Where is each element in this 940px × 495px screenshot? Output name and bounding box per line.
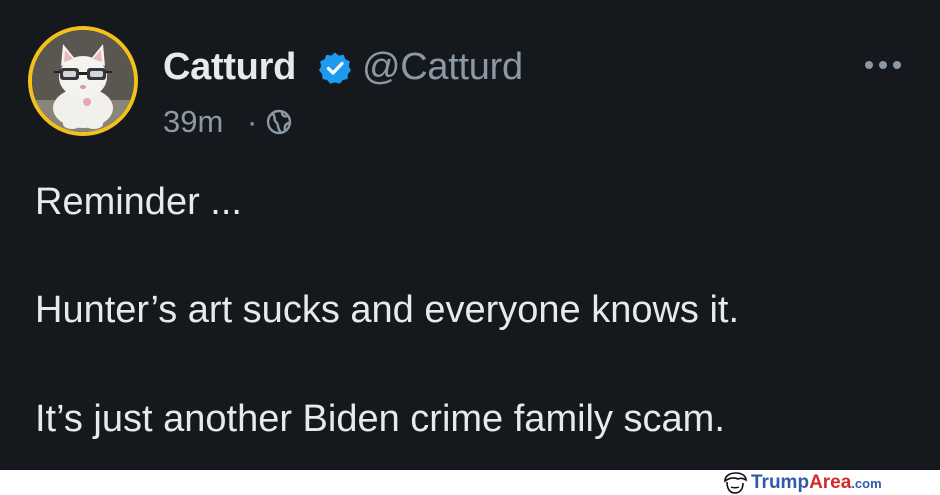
meta-separator: ·: [247, 104, 258, 139]
timestamp[interactable]: 39m: [163, 102, 223, 142]
verified-badge-icon: [319, 52, 351, 84]
watermark-brand: Trump: [751, 472, 810, 493]
display-name[interactable]: Catturd: [163, 44, 296, 90]
trump-hair-logo-icon: [724, 472, 747, 494]
tweet-text-line: It’s just another Biden crime family sca…: [35, 398, 725, 440]
avatar[interactable]: [28, 26, 138, 136]
tweet-card: Catturd @Catturd 39m · Reminder ... Hunt…: [0, 0, 940, 470]
watermark-suffix: .com: [851, 476, 882, 491]
watermark-brand-accent: Area: [809, 472, 852, 493]
watermark-text: TrumpArea.com: [751, 472, 882, 495]
user-handle[interactable]: @Catturd: [362, 44, 523, 90]
globe-icon: [266, 109, 292, 135]
cat-avatar-image: [32, 30, 134, 132]
tweet-text-line: Reminder ...: [35, 181, 242, 223]
more-options-icon[interactable]: [862, 56, 904, 74]
tweet-text-line: Hunter’s art sucks and everyone knows it…: [35, 289, 740, 331]
